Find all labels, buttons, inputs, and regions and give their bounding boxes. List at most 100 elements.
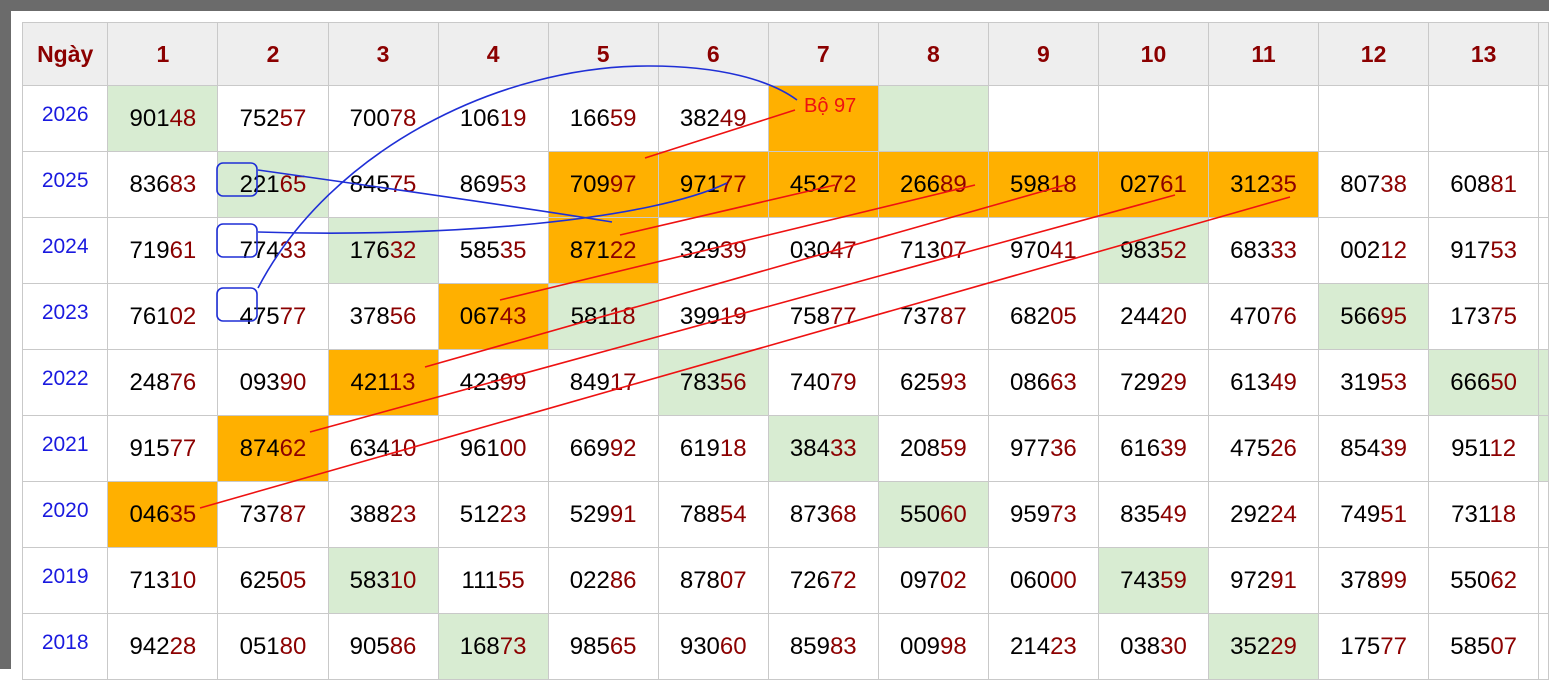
result-cell: 70997 (547, 151, 659, 218)
year-link[interactable]: 2026 (21, 85, 109, 152)
result-prefix: 009 (899, 632, 941, 660)
result-last-two: 86 (609, 566, 637, 594)
result-last-two: 59 (940, 434, 967, 462)
result-prefix: 869 (459, 170, 500, 198)
result-last-two: 23 (389, 500, 417, 528)
overflow-cell (1538, 151, 1549, 218)
year-link[interactable]: 2022 (21, 349, 109, 416)
result-last-two: 65 (609, 632, 637, 660)
result-cell: 75877 (767, 283, 879, 350)
result-cell: 96100 (437, 415, 549, 482)
result-last-two: 72 (829, 170, 857, 198)
result-cell: 86953 (437, 151, 549, 218)
result-cell: 00212 (1318, 217, 1430, 284)
result-prefix: 807 (1340, 170, 1381, 198)
result-prefix: 060 (1010, 566, 1051, 594)
result-cell: 87122 (547, 217, 659, 284)
result-prefix: 452 (789, 170, 830, 198)
year-link[interactable]: 2021 (21, 415, 109, 482)
result-prefix: 700 (349, 104, 390, 132)
result-cell: 74951 (1318, 481, 1430, 548)
result-prefix: 608 (1450, 170, 1491, 198)
year-link[interactable]: 2024 (21, 217, 109, 284)
result-cell: 17375 (1428, 283, 1540, 350)
header-col-6: 6 (657, 22, 769, 86)
result-cell (1428, 85, 1540, 152)
result-prefix: 959 (1010, 500, 1051, 528)
result-cell: 35229 (1207, 613, 1320, 680)
result-last-two: 18 (1050, 170, 1077, 198)
result-prefix: 726 (789, 566, 830, 594)
result-cell: 16873 (437, 613, 549, 680)
result-prefix: 423 (459, 368, 500, 396)
result-last-two: 97 (609, 170, 637, 198)
result-last-two: 99 (1380, 566, 1407, 594)
result-last-two: 26 (1270, 434, 1297, 462)
result-last-two: 20 (1160, 302, 1187, 330)
result-cell: 71961 (107, 217, 219, 284)
result-last-two: 79 (829, 368, 857, 396)
result-cell: 73787 (877, 283, 989, 350)
result-last-two: 59 (609, 104, 637, 132)
result-cell: 74079 (767, 349, 879, 416)
overflow-cell (1538, 349, 1549, 416)
result-last-two: 30 (1160, 632, 1187, 660)
result-last-two: 72 (829, 566, 857, 594)
result-cell: 16659 (547, 85, 659, 152)
year-link[interactable]: 2020 (21, 481, 109, 548)
result-prefix: 666 (1450, 368, 1491, 396)
result-cell: 62505 (217, 547, 329, 614)
result-cell: 26689 (877, 151, 989, 218)
result-last-two: 10 (169, 566, 197, 594)
result-cell: 78356 (657, 349, 769, 416)
result-last-two: 90 (279, 368, 307, 396)
result-cell: 78854 (657, 481, 769, 548)
year-link[interactable]: 2018 (21, 613, 109, 680)
result-prefix: 915 (129, 434, 170, 462)
result-prefix: 051 (239, 632, 280, 660)
result-cell: 58118 (547, 283, 659, 350)
result-last-two: 17 (609, 368, 637, 396)
result-last-two: 83 (169, 170, 197, 198)
year-link[interactable]: 2019 (21, 547, 109, 614)
result-last-two: 41 (1050, 236, 1077, 264)
result-last-two: 65 (279, 170, 307, 198)
overflow-cell (1538, 217, 1549, 284)
result-cell: 61918 (657, 415, 769, 482)
result-last-two: 80 (279, 632, 307, 660)
result-prefix: 788 (679, 500, 720, 528)
result-last-two: 49 (1270, 368, 1297, 396)
year-link[interactable]: 2025 (21, 151, 109, 218)
result-cell: 47526 (1207, 415, 1320, 482)
header-col-11: 11 (1207, 22, 1320, 86)
result-last-two: 35 (499, 236, 527, 264)
result-prefix: 713 (899, 236, 941, 264)
result-prefix: 566 (1340, 302, 1381, 330)
result-prefix: 002 (1340, 236, 1381, 264)
result-last-two: 95 (1380, 302, 1407, 330)
result-last-two: 75 (1490, 302, 1518, 330)
result-prefix: 221 (239, 170, 280, 198)
table-row: 2022 24876 09390 42113 42399 84917 78356 74079 6… (21, 349, 1549, 416)
result-cell: 42399 (437, 349, 549, 416)
result-cell: 87462 (217, 415, 329, 482)
result-last-two: 68 (829, 500, 857, 528)
result-cell: 77433 (217, 217, 329, 284)
result-cell: 24876 (107, 349, 219, 416)
year-link[interactable]: 2023 (21, 283, 109, 350)
result-cell: 37856 (327, 283, 439, 350)
result-last-two: 49 (1160, 500, 1187, 528)
result-prefix: 585 (1450, 632, 1491, 660)
result-prefix: 713 (129, 566, 170, 594)
result-last-two: 59 (1160, 566, 1187, 594)
result-cell: 29224 (1207, 481, 1320, 548)
result-prefix: 682 (1010, 302, 1051, 330)
result-cell: 87368 (767, 481, 879, 548)
result-cell: 09390 (217, 349, 329, 416)
result-prefix: 382 (679, 104, 720, 132)
result-last-two: 33 (829, 434, 857, 462)
result-last-two: 73 (1050, 500, 1077, 528)
result-last-two: 24 (1270, 500, 1297, 528)
result-last-two: 00 (499, 434, 527, 462)
result-cell: 51223 (437, 481, 549, 548)
